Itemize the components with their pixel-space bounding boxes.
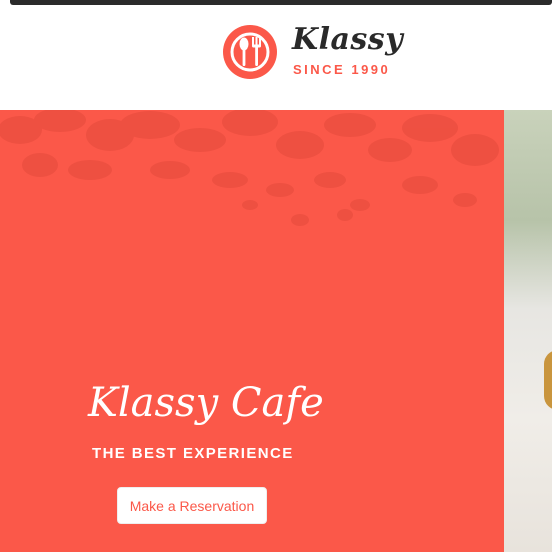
- fork-spoon-icon: [223, 25, 277, 79]
- window-top-bar: [0, 0, 552, 8]
- leaves-decoration: [0, 110, 499, 226]
- hero-side-image: [504, 110, 552, 552]
- horizontal-scrollbar[interactable]: [10, 0, 552, 5]
- hero-banner: Klassy Cafe THE BEST EXPERIENCE Make a R…: [0, 110, 504, 552]
- brand-name: Klassy: [292, 22, 404, 57]
- site-logo[interactable]: Klassy SINCE 1990: [222, 22, 404, 86]
- make-reservation-button[interactable]: Make a Reservation: [117, 487, 267, 524]
- hero-subtitle: THE BEST EXPERIENCE: [92, 445, 294, 462]
- hero-title: Klassy Cafe: [88, 380, 324, 426]
- food-bowl-image: [544, 350, 552, 410]
- brand-tagline: SINCE 1990: [293, 62, 391, 77]
- site-header: Klassy SINCE 1990: [0, 8, 552, 111]
